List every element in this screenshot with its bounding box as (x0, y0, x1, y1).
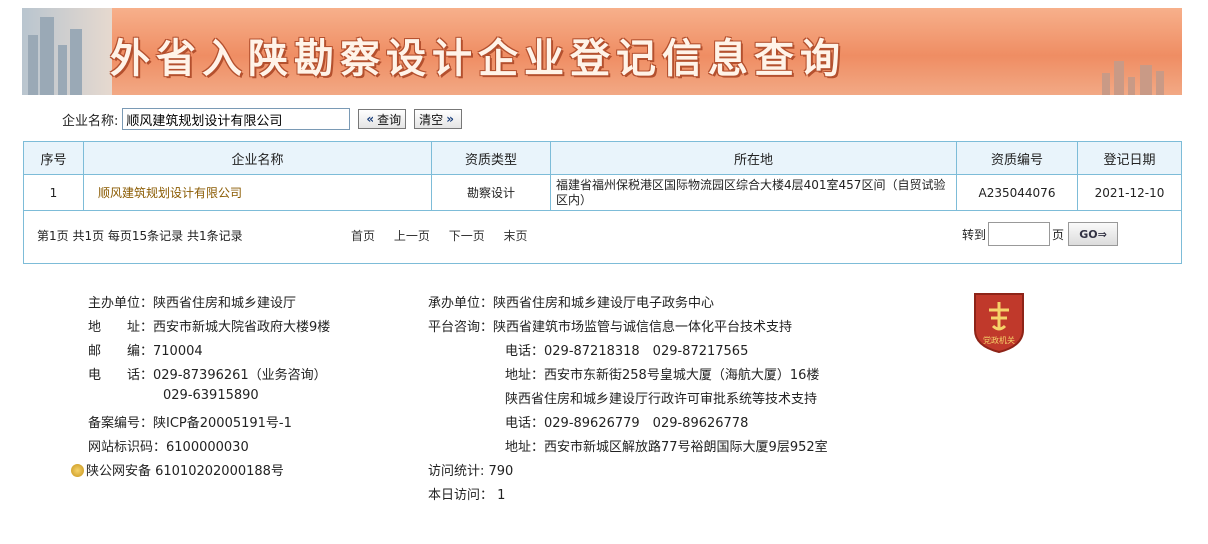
platform-address: 地址：西安市东新街258号皇城大厦（海航大厦）16楼 (505, 368, 820, 383)
approval-support: 陕西省住房和城乡建设厅行政许可审批系统等技术支持 (505, 392, 818, 407)
today-visits: 本日访问： 1 (428, 488, 506, 503)
site-id: 网站标识码：6100000030 (88, 440, 249, 455)
next-page-link[interactable]: 下一页 (449, 229, 485, 243)
company-name-label: 企业名称: (62, 113, 119, 129)
postcode: 邮 编：710004 (88, 344, 203, 359)
col-register-date: 登记日期 (1077, 141, 1182, 175)
col-index: 序号 (23, 141, 84, 175)
approval-address: 地址：西安市新城区解放路77号裕朗国际大厦9层952室 (505, 440, 828, 455)
go-button[interactable]: GO ⇒ (1068, 222, 1119, 246)
chevron-left-icon: « (366, 112, 375, 126)
prev-page-link[interactable]: 上一页 (394, 229, 430, 243)
page-info: 第1页 共1页 每页15条记录 共1条记录 (37, 229, 243, 243)
col-qualification-type: 资质类型 (431, 141, 551, 175)
police-record[interactable]: 陕公网安备 61010202000188号 (71, 460, 284, 479)
party-government-emblem-icon[interactable]: 党政机关 (971, 290, 1027, 354)
chevron-right-icon: » (446, 112, 454, 126)
results-table: 序号 企业名称 资质类型 所在地 资质编号 登记日期 1 顺风建筑规划设计有限公… (23, 141, 1182, 211)
last-page-link[interactable]: 末页 (504, 229, 528, 243)
table-row: 1 顺风建筑规划设计有限公司 勘察设计 福建省福州保税港区国际物流园区综合大楼4… (23, 174, 1182, 211)
phone-secondary: 029-63915890 (163, 388, 259, 403)
jump-label: 转到 (962, 227, 987, 242)
query-button[interactable]: «查询 (358, 109, 407, 129)
header-banner: 外省入陕勘察设计企业登记信息查询 (22, 8, 1182, 95)
table-header-row: 序号 企业名称 资质类型 所在地 资质编号 登记日期 (23, 141, 1182, 175)
col-cert-no: 资质编号 (956, 141, 1078, 175)
visit-count: 访问统计: 790 (428, 464, 514, 479)
company-name-input[interactable] (122, 108, 351, 130)
platform-support: 平台咨询：陕西省建筑市场监管与诚信信息一体化平台技术支持 (428, 320, 793, 335)
city-skyline-left (22, 8, 112, 95)
emblem-label: 党政机关 (983, 335, 1015, 345)
company-name-link[interactable]: 顺风建筑规划设计有限公司 (83, 174, 432, 211)
address: 地 址：西安市新城大院省政府大楼9楼 (88, 320, 331, 335)
organizer-unit: 承办单位：陕西省住房和城乡建设厅电子政务中心 (428, 296, 715, 311)
col-company-name: 企业名称 (83, 141, 432, 175)
phone-primary: 电 话：029-87396261（业务咨询） (88, 368, 327, 383)
double-arrow-icon: ⇒ (1097, 227, 1107, 241)
platform-phone: 电话：029-87218318 029-87217565 (505, 344, 749, 359)
police-badge-icon (71, 464, 84, 477)
clear-button[interactable]: 清空» (414, 109, 462, 129)
approval-phone: 电话：029-89626779 029-89626778 (505, 416, 749, 431)
page-title: 外省入陕勘察设计企业登记信息查询 (110, 36, 846, 82)
icp-record[interactable]: 备案编号：陕ICP备20005191号-1 (88, 412, 292, 431)
row-type: 勘察设计 (431, 174, 551, 211)
row-location: 福建省福州保税港区国际物流园区综合大楼4层401室457区间（自贸试验区内） (550, 174, 957, 211)
host-unit: 主办单位：陕西省住房和城乡建设厅 (88, 296, 297, 311)
col-location: 所在地 (550, 141, 957, 175)
city-skyline-right (1092, 55, 1182, 95)
page-number-input[interactable] (988, 222, 1051, 246)
search-bar: 企业名称: «查询 清空» (62, 107, 462, 131)
page-unit-label: 页 (1052, 227, 1065, 242)
first-page-link[interactable]: 首页 (351, 229, 375, 243)
row-index: 1 (23, 174, 84, 211)
pagination: 第1页 共1页 每页15条记录 共1条记录 首页 上一页 下一页 末页 转到 页… (23, 208, 1182, 264)
row-cert-no: A235044076 (956, 174, 1078, 211)
row-date: 2021-12-10 (1077, 174, 1182, 211)
